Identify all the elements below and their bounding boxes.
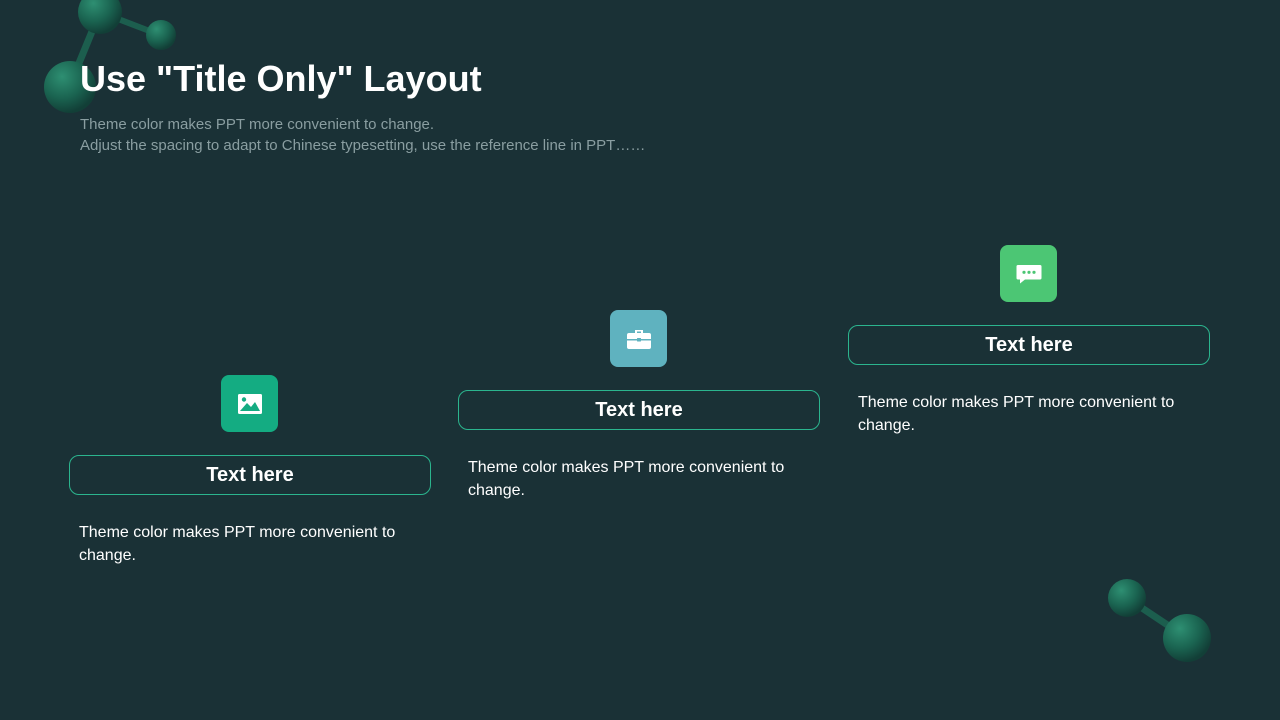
subtitle-line: Theme color makes PPT more convenient to… [80, 116, 435, 133]
feature-card-2: Text here Theme color makes PPT more con… [458, 310, 820, 502]
card-description: Theme color makes PPT more convenient to… [858, 394, 1175, 434]
feature-card-3: Text here Theme color makes PPT more con… [848, 245, 1210, 437]
page-title: Use "Title Only" Layout [80, 58, 482, 99]
feature-card-1: Text here Theme color makes PPT more con… [69, 375, 431, 567]
image-icon [237, 393, 262, 414]
subtitle-line: Adjust the spacing to adapt to Chinese t… [80, 137, 646, 154]
card-description: Theme color makes PPT more convenient to… [79, 524, 396, 564]
card-label: Text here [458, 390, 820, 430]
subtitle: Theme color makes PPT more convenient to… [80, 114, 645, 156]
briefcase-icon-box [610, 310, 667, 367]
chat-bubble-icon-box [1000, 245, 1057, 302]
slide: Use "Title Only" Layout Theme color make… [0, 0, 1280, 720]
molecule-decoration-bottom-right [1108, 579, 1211, 662]
briefcase-icon [626, 329, 651, 349]
image-icon-box [221, 375, 278, 432]
card-label: Text here [69, 455, 431, 495]
chat-bubble-icon [1016, 264, 1041, 283]
card-description: Theme color makes PPT more convenient to… [468, 459, 785, 499]
card-label: Text here [848, 325, 1210, 365]
